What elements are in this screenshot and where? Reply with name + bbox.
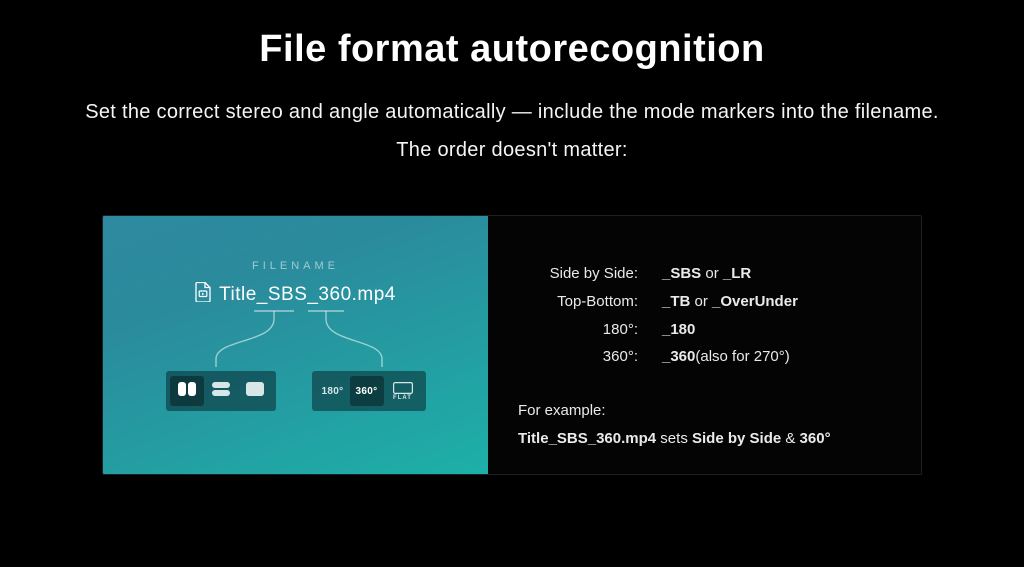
stereo-mono-chip[interactable] — [238, 376, 272, 406]
example-label: For example: — [518, 402, 606, 419]
filename-label: FILENAME — [103, 260, 488, 272]
angle-mode-group: 180° 360° FLAT — [312, 371, 426, 411]
angle-360-chip[interactable]: 360° — [350, 376, 384, 406]
flat-icon: FLAT — [393, 382, 413, 401]
row-360-val: _360(also for 270°) — [662, 343, 893, 371]
tb-icon — [212, 382, 230, 401]
stereo-sbs-chip[interactable] — [170, 376, 204, 406]
angle-360-label: 360° — [356, 386, 378, 397]
sbs-icon — [178, 382, 196, 401]
connector-lines — [103, 309, 488, 371]
row-tb-key: Top-Bottom: — [518, 288, 638, 316]
stereo-mode-group — [166, 371, 276, 411]
row-sbs-key: Side by Side: — [518, 260, 638, 288]
example-block: For example: Title_SBS_360.mp4 sets Side… — [518, 397, 893, 453]
angle-flat-chip[interactable]: FLAT — [384, 376, 422, 406]
page-subtitle: Set the correct stereo and angle automat… — [20, 93, 1004, 169]
row-360-key: 360°: — [518, 343, 638, 371]
stereo-tb-chip[interactable] — [204, 376, 238, 406]
mono-icon — [246, 382, 264, 401]
video-file-icon — [195, 282, 211, 307]
row-tb-val: _TB or _OverUnder — [662, 288, 893, 316]
subtitle-line-2: The order doesn't matter: — [396, 139, 627, 161]
row-180-key: 180°: — [518, 316, 638, 344]
page-title: File format autorecognition — [20, 28, 1004, 71]
angle-180-label: 180° — [322, 386, 344, 397]
row-180-val: _180 — [662, 316, 893, 344]
example-filename: Title_SBS_360.mp4 — [518, 430, 656, 447]
info-panel: FILENAME Title_SBS_360.mp4 — [102, 215, 922, 475]
angle-180-chip[interactable]: 180° — [316, 376, 350, 406]
filename-preview-card: FILENAME Title_SBS_360.mp4 — [103, 216, 488, 474]
filename-text: Title_SBS_360.mp4 — [219, 284, 396, 306]
subtitle-line-1: Set the correct stereo and angle automat… — [85, 101, 939, 123]
markers-reference: Side by Side: _SBS or _LR Top-Bottom: _T… — [488, 216, 921, 474]
row-sbs-val: _SBS or _LR — [662, 260, 893, 288]
